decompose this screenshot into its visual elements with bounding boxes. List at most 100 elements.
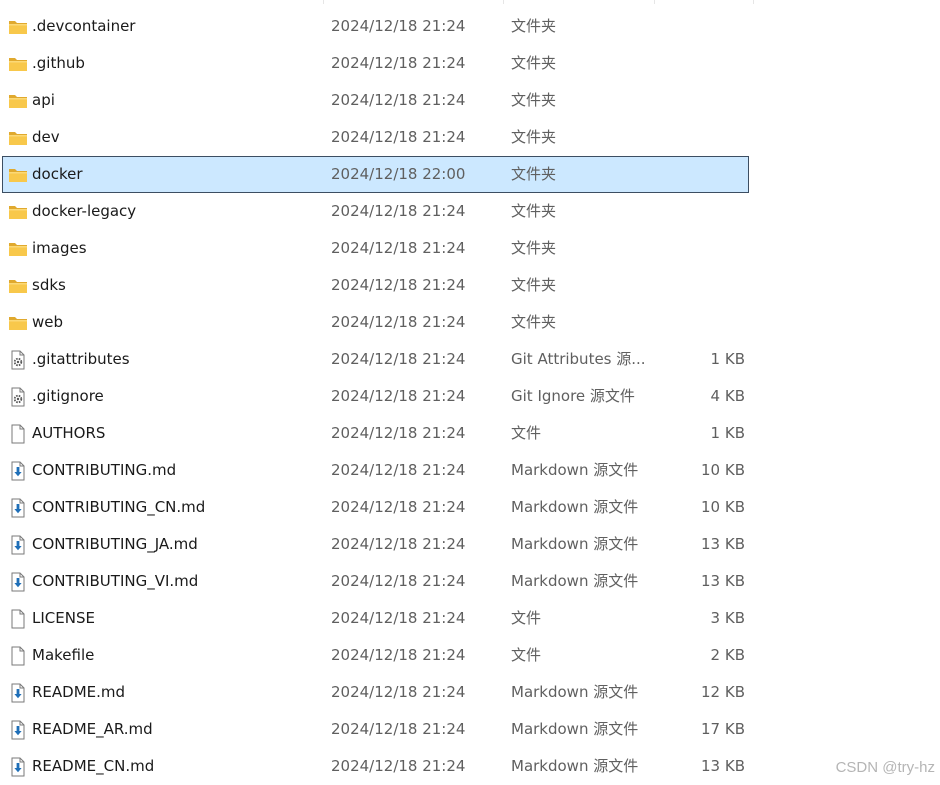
file-name: AUTHORS [32, 416, 312, 451]
modified-date: 2024/12/18 21:24 [331, 712, 491, 747]
modified-date: 2024/12/18 21:24 [331, 9, 491, 44]
file-size [653, 305, 745, 340]
modified-date: 2024/12/18 21:24 [331, 342, 491, 377]
file-name: docker [32, 157, 312, 192]
file-row[interactable]: README_AR.md2024/12/18 21:24Markdown 源文件… [2, 711, 749, 748]
file-type: 文件夹 [511, 305, 651, 340]
folder-icon [8, 165, 28, 185]
file-name: sdks [32, 268, 312, 303]
file-row[interactable]: dev2024/12/18 21:24文件夹 [2, 119, 749, 156]
file-size: 3 KB [653, 601, 745, 636]
file-size: 4 KB [653, 379, 745, 414]
file-type: 文件夹 [511, 194, 651, 229]
blank-file-icon [8, 646, 28, 666]
file-name: api [32, 83, 312, 118]
file-size [653, 231, 745, 266]
file-type: 文件 [511, 416, 651, 451]
modified-date: 2024/12/18 21:24 [331, 305, 491, 340]
file-name: .github [32, 46, 312, 81]
modified-date: 2024/12/18 21:24 [331, 194, 491, 229]
column-divider[interactable] [503, 0, 504, 4]
file-name: images [32, 231, 312, 266]
file-row[interactable]: images2024/12/18 21:24文件夹 [2, 230, 749, 267]
markdown-file-icon [8, 757, 28, 777]
column-divider[interactable] [654, 0, 655, 4]
file-row[interactable]: docker-legacy 2024/12/18 21:24 文件夹 [2, 193, 749, 230]
file-name: LICENSE [32, 601, 312, 636]
file-row[interactable]: Makefile2024/12/18 21:24文件2 KB [2, 637, 749, 674]
modified-date: 2024/12/18 21:24 [331, 231, 491, 266]
modified-date: 2024/12/18 21:24 [331, 527, 491, 562]
file-size [653, 46, 745, 81]
file-row[interactable]: api2024/12/18 21:24文件夹 [2, 82, 749, 119]
file-type: Markdown 源文件 [511, 712, 651, 747]
file-row[interactable]: README_CN.md2024/12/18 21:24Markdown 源文件… [2, 748, 749, 785]
blank-file-icon [8, 424, 28, 444]
folder-icon [8, 54, 28, 74]
file-size: 10 KB [653, 490, 745, 525]
markdown-file-icon [8, 683, 28, 703]
file-size: 1 KB [653, 342, 745, 377]
file-size [653, 83, 745, 118]
modified-date: 2024/12/18 21:24 [331, 268, 491, 303]
folder-icon [8, 202, 28, 222]
modified-date: 2024/12/18 21:24 [331, 83, 491, 118]
file-name: CONTRIBUTING_CN.md [32, 490, 312, 525]
file-size [653, 194, 745, 229]
file-type: 文件夹 [511, 120, 651, 155]
file-name: .gitattributes [32, 342, 312, 377]
file-row[interactable]: CONTRIBUTING.md2024/12/18 21:24Markdown … [2, 452, 749, 489]
file-type: Markdown 源文件 [511, 453, 651, 488]
file-row[interactable]: AUTHORS2024/12/18 21:24文件1 KB [2, 415, 749, 452]
folder-icon [8, 17, 28, 37]
file-type: 文件夹 [511, 46, 651, 81]
file-row[interactable]: .github2024/12/18 21:24文件夹 [2, 45, 749, 82]
file-size [653, 157, 745, 192]
folder-icon [8, 128, 28, 148]
config-file-icon [8, 350, 28, 370]
file-size: 2 KB [653, 638, 745, 673]
file-type: Git Attributes 源... [511, 342, 651, 377]
file-type: Markdown 源文件 [511, 564, 651, 599]
modified-date: 2024/12/18 22:00 [331, 157, 491, 192]
file-size [653, 268, 745, 303]
file-row[interactable]: CONTRIBUTING_VI.md2024/12/18 21:24Markdo… [2, 563, 749, 600]
file-name: docker-legacy [32, 194, 312, 229]
column-divider[interactable] [753, 0, 754, 4]
file-row[interactable]: CONTRIBUTING_JA.md 2024/12/18 21:24 Markdo… [2, 526, 749, 563]
file-size: 13 KB [653, 527, 745, 562]
file-row[interactable]: web 2024/12/18 21:24 文件夹 [2, 304, 749, 341]
file-name: .devcontainer [32, 9, 312, 44]
file-size: 12 KB [653, 675, 745, 710]
file-name: README_CN.md [32, 749, 312, 784]
markdown-file-icon [8, 572, 28, 592]
file-type: 文件 [511, 638, 651, 673]
file-row[interactable]: sdks 2024/12/18 21:24 文件夹 [2, 267, 749, 304]
file-type: Markdown 源文件 [511, 675, 651, 710]
file-row[interactable]: README.md2024/12/18 21:24Markdown 源文件12 … [2, 674, 749, 711]
file-list: .devcontainer2024/12/18 21:24文件夹.github2… [0, 0, 940, 782]
file-type: 文件 [511, 601, 651, 636]
file-row[interactable]: docker2024/12/18 22:00文件夹 [2, 156, 749, 193]
file-size: 10 KB [653, 453, 745, 488]
file-name: web [32, 305, 312, 340]
modified-date: 2024/12/18 21:24 [331, 453, 491, 488]
file-type: 文件夹 [511, 268, 651, 303]
file-row[interactable]: .gitattributes 2024/12/18 21:24 Git Attrib… [2, 341, 749, 378]
file-name: .gitignore [32, 379, 312, 414]
file-name: CONTRIBUTING_VI.md [32, 564, 312, 599]
folder-icon [8, 91, 28, 111]
column-divider[interactable] [323, 0, 324, 4]
file-row[interactable]: .devcontainer2024/12/18 21:24文件夹 [2, 8, 749, 45]
file-size [653, 9, 745, 44]
file-name: Makefile [32, 638, 312, 673]
file-row[interactable]: .gitignore2024/12/18 21:24Git Ignore 源文件… [2, 378, 749, 415]
folder-icon [8, 276, 28, 296]
file-type: Markdown 源文件 [511, 527, 651, 562]
file-row[interactable]: LICENSE2024/12/18 21:24文件3 KB [2, 600, 749, 637]
file-row[interactable]: CONTRIBUTING_CN.md2024/12/18 21:24Markdo… [2, 489, 749, 526]
file-name: CONTRIBUTING_JA.md [32, 527, 312, 562]
modified-date: 2024/12/18 21:24 [331, 379, 491, 414]
modified-date: 2024/12/18 21:24 [331, 490, 491, 525]
file-type: Markdown 源文件 [511, 749, 651, 784]
